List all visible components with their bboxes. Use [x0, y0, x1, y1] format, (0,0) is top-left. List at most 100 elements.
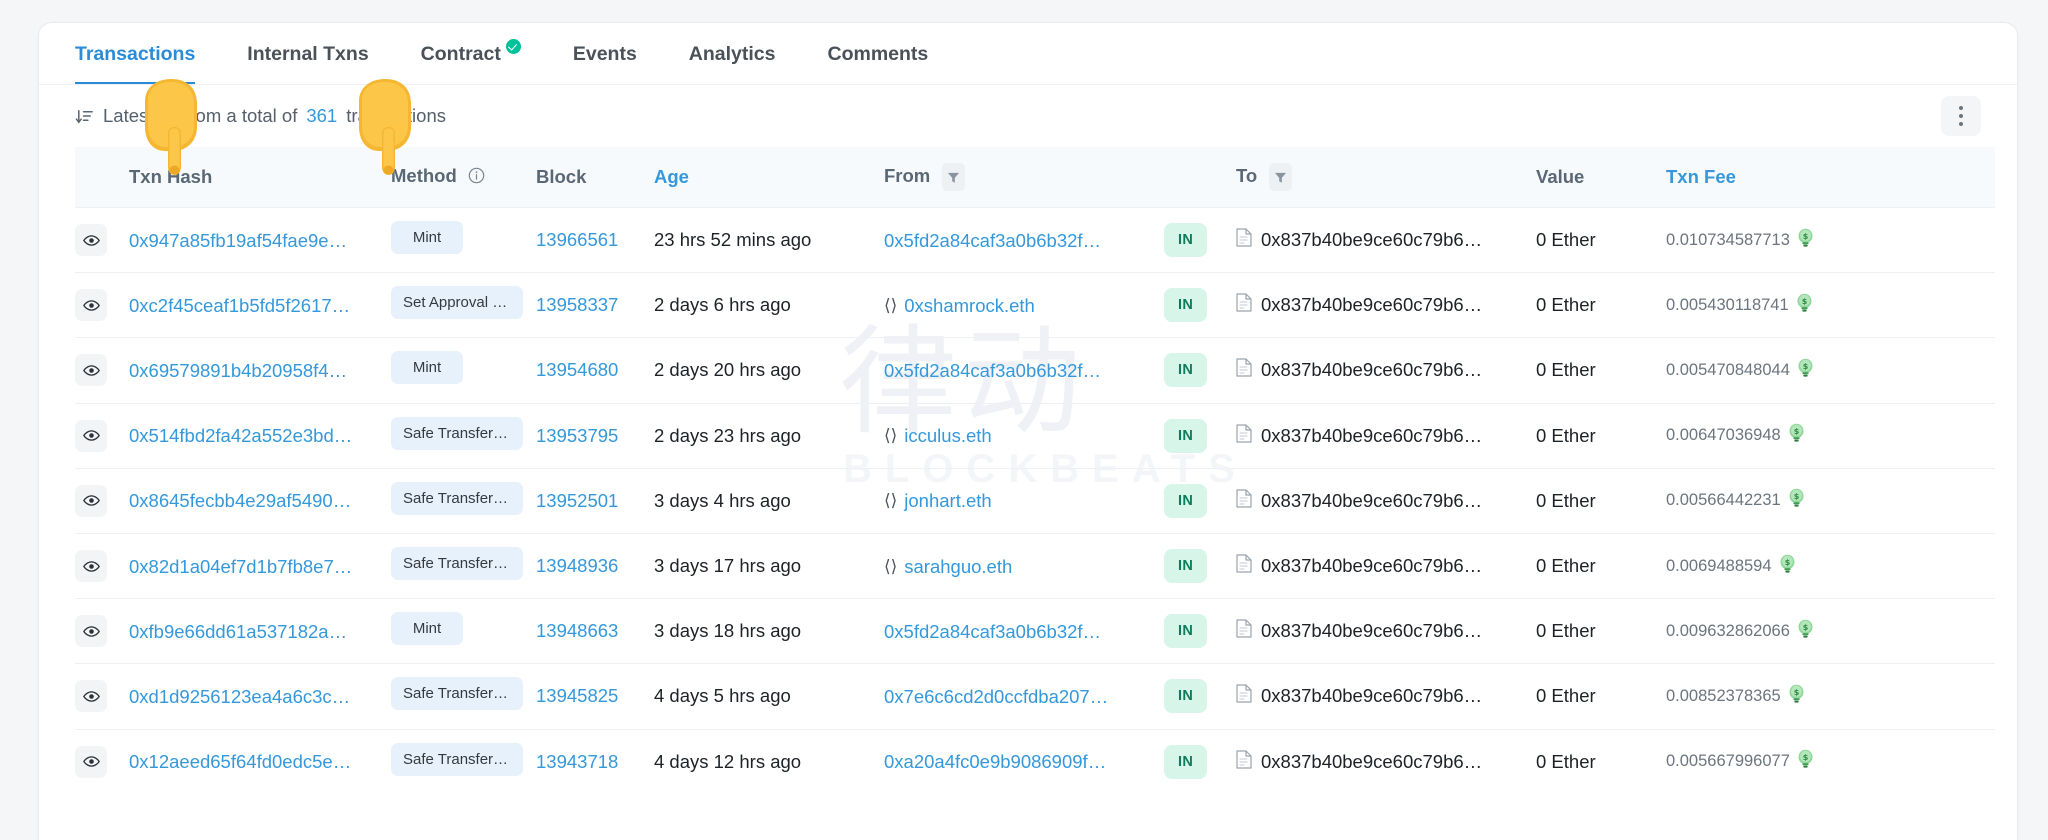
- to-address[interactable]: 0x837b40be9ce60c79b6…: [1261, 751, 1482, 773]
- tab-transactions[interactable]: Transactions: [75, 43, 221, 84]
- from-ens-link[interactable]: ⟨⟩jonhart.eth: [884, 490, 992, 512]
- gas-bulb-icon[interactable]: $: [1796, 293, 1813, 318]
- block-link[interactable]: 13948663: [536, 620, 618, 641]
- to-address[interactable]: 0x837b40be9ce60c79b6…: [1261, 490, 1482, 512]
- method-badge[interactable]: Mint: [391, 351, 463, 384]
- direction-badge: IN: [1164, 223, 1207, 257]
- cell-block: 13958337: [536, 273, 654, 338]
- gas-bulb-icon[interactable]: $: [1797, 228, 1814, 253]
- to-address[interactable]: 0x837b40be9ce60c79b6…: [1261, 685, 1482, 707]
- gas-bulb-icon[interactable]: $: [1797, 358, 1814, 383]
- from-ens-link[interactable]: ⟨⟩sarahguo.eth: [884, 556, 1012, 578]
- tab-internal-txns[interactable]: Internal Txns: [221, 43, 394, 84]
- to-address[interactable]: 0x837b40be9ce60c79b6…: [1261, 294, 1482, 316]
- eye-icon[interactable]: [75, 746, 107, 778]
- cell-to: 0x837b40be9ce60c79b6…: [1236, 729, 1536, 794]
- col-header-block: Block: [536, 147, 654, 208]
- tab-analytics[interactable]: Analytics: [663, 43, 802, 84]
- txn-hash-link[interactable]: 0x8645fecbb4e29af5490…: [129, 490, 351, 512]
- from-ens-label: 0xshamrock.eth: [904, 295, 1035, 317]
- cell-to: 0x837b40be9ce60c79b6…: [1236, 403, 1536, 468]
- info-circle-icon[interactable]: [468, 167, 485, 189]
- sort-descending-icon[interactable]: [75, 107, 94, 126]
- from-ens-link[interactable]: ⟨⟩icculus.eth: [884, 425, 992, 447]
- to-address[interactable]: 0x837b40be9ce60c79b6…: [1261, 425, 1482, 447]
- filter-icon[interactable]: [942, 163, 965, 191]
- block-link[interactable]: 13966561: [536, 229, 618, 250]
- method-badge[interactable]: Set Approval For…: [391, 286, 523, 319]
- from-address-link[interactable]: 0x5fd2a84caf3a0b6b32f…: [884, 230, 1101, 252]
- ens-diamond-icon: ⟨⟩: [884, 491, 897, 511]
- page-root: 律动 BLOCKBEATS Transactions Internal Txns…: [0, 0, 2048, 840]
- to-address[interactable]: 0x837b40be9ce60c79b6…: [1261, 359, 1482, 381]
- txn-hash-link[interactable]: 0x514fbd2fa42a552e3bd…: [129, 425, 352, 447]
- col-header-txn-fee[interactable]: Txn Fee: [1666, 147, 1995, 208]
- gas-bulb-icon[interactable]: $: [1788, 423, 1805, 448]
- txn-hash-link[interactable]: 0xc2f45ceaf1b5fd5f2617…: [129, 295, 350, 317]
- txn-hash-link[interactable]: 0x69579891b4b20958f4…: [129, 360, 347, 382]
- transactions-table: Txn Hash Method Block: [75, 147, 1995, 794]
- eye-icon[interactable]: [75, 420, 107, 452]
- filter-icon[interactable]: [1269, 163, 1292, 191]
- eye-icon[interactable]: [75, 550, 107, 582]
- summary-suffix: transactions: [346, 105, 446, 127]
- method-badge[interactable]: Safe Transfer Fr…: [391, 547, 523, 580]
- from-ens-label: sarahguo.eth: [904, 556, 1012, 578]
- table-row: 0xc2f45ceaf1b5fd5f2617… Set Approval For……: [75, 273, 1995, 338]
- block-link[interactable]: 13943718: [536, 751, 618, 772]
- from-ens-link[interactable]: ⟨⟩0xshamrock.eth: [884, 295, 1035, 317]
- txn-hash-link[interactable]: 0x947a85fb19af54fae9e…: [129, 230, 347, 252]
- txn-hash-link[interactable]: 0xd1d9256123ea4a6c3c…: [129, 686, 350, 708]
- tab-comments[interactable]: Comments: [802, 43, 955, 84]
- to-address[interactable]: 0x837b40be9ce60c79b6…: [1261, 620, 1482, 642]
- tab-contract[interactable]: Contract: [395, 43, 547, 84]
- from-address-link[interactable]: 0x5fd2a84caf3a0b6b32f…: [884, 360, 1101, 382]
- method-badge[interactable]: Mint: [391, 221, 463, 254]
- gas-bulb-icon[interactable]: $: [1779, 554, 1796, 579]
- method-badge[interactable]: Safe Transfer Fr…: [391, 743, 523, 776]
- direction-badge: IN: [1164, 549, 1207, 583]
- gas-bulb-icon[interactable]: $: [1788, 684, 1805, 709]
- to-address[interactable]: 0x837b40be9ce60c79b6…: [1261, 555, 1482, 577]
- method-badge[interactable]: Safe Transfer Fr…: [391, 417, 523, 450]
- block-link[interactable]: 13953795: [536, 425, 618, 446]
- cell-to: 0x837b40be9ce60c79b6…: [1236, 533, 1536, 598]
- gas-bulb-icon[interactable]: $: [1797, 749, 1814, 774]
- eye-icon[interactable]: [75, 615, 107, 647]
- method-badge[interactable]: Mint: [391, 612, 463, 645]
- cell-method: Mint: [391, 599, 536, 664]
- txn-hash-link[interactable]: 0x82d1a04ef7d1b7fb8e7…: [129, 556, 352, 578]
- direction-badge: IN: [1164, 419, 1207, 453]
- txn-hash-link[interactable]: 0xfb9e66dd61a537182a…: [129, 621, 347, 643]
- eye-icon[interactable]: [75, 224, 107, 256]
- gas-bulb-icon[interactable]: $: [1797, 619, 1814, 644]
- block-link[interactable]: 13945825: [536, 685, 618, 706]
- cell-age: 3 days 4 hrs ago: [654, 468, 884, 533]
- cell-direction: IN: [1164, 403, 1236, 468]
- block-link[interactable]: 13948936: [536, 555, 618, 576]
- from-address-link[interactable]: 0x5fd2a84caf3a0b6b32f…: [884, 621, 1101, 643]
- eye-icon[interactable]: [75, 485, 107, 517]
- cell-from: 0x5fd2a84caf3a0b6b32f…: [884, 208, 1164, 273]
- block-link[interactable]: 13954680: [536, 359, 618, 380]
- cell-method: Set Approval For…: [391, 273, 536, 338]
- method-badge[interactable]: Safe Transfer Fr…: [391, 482, 523, 515]
- kebab-menu-icon[interactable]: [1941, 96, 1981, 136]
- from-address-link[interactable]: 0xa20a4fc0e9b9086909f…: [884, 751, 1106, 773]
- svg-text:$: $: [1793, 427, 1799, 436]
- block-link[interactable]: 13958337: [536, 294, 618, 315]
- eye-icon[interactable]: [75, 354, 107, 386]
- gas-bulb-icon[interactable]: $: [1788, 488, 1805, 513]
- eye-icon[interactable]: [75, 680, 107, 712]
- tab-events[interactable]: Events: [547, 43, 663, 84]
- method-badge[interactable]: Safe Transfer Fr…: [391, 677, 523, 710]
- direction-badge: IN: [1164, 614, 1207, 648]
- from-address-link[interactable]: 0x7e6c6cd2d0ccfdba207…: [884, 686, 1108, 708]
- block-link[interactable]: 13952501: [536, 490, 618, 511]
- to-address[interactable]: 0x837b40be9ce60c79b6…: [1261, 229, 1482, 251]
- cell-value: 0 Ether: [1536, 664, 1666, 729]
- col-header-age[interactable]: Age: [654, 147, 884, 208]
- eye-icon[interactable]: [75, 289, 107, 321]
- cell-eye: [75, 338, 129, 403]
- txn-hash-link[interactable]: 0x12aeed65f64fd0edc5e…: [129, 751, 351, 773]
